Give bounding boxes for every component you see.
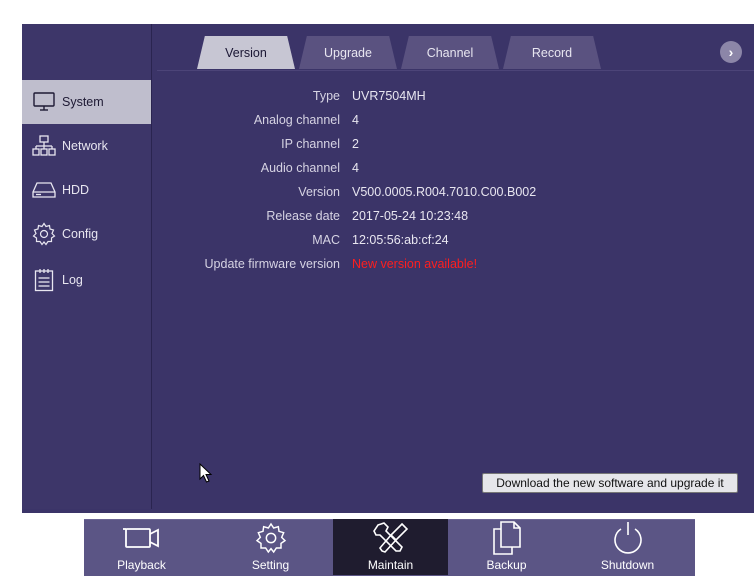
- dock-backup[interactable]: Backup: [449, 519, 564, 575]
- info-value: 2017-05-24 10:23:48: [352, 209, 469, 223]
- dock-label: Backup: [486, 558, 527, 572]
- network-icon: [32, 134, 56, 158]
- info-value: 2: [352, 137, 359, 151]
- camera-icon: [122, 522, 162, 554]
- info-row-analog-channel: Analog channel 4: [157, 109, 754, 131]
- dock-label: Maintain: [367, 558, 414, 572]
- sidebar-item-label: HDD: [62, 183, 90, 197]
- info-label: MAC: [312, 233, 340, 247]
- dock-playback[interactable]: Playback: [84, 519, 199, 575]
- dock-shutdown[interactable]: Shutdown: [570, 519, 685, 575]
- log-icon: [32, 268, 56, 292]
- info-label: Analog channel: [253, 113, 340, 127]
- next-tab-arrow-icon[interactable]: ›: [720, 41, 742, 63]
- copy-icon: [492, 521, 522, 555]
- info-value: 4: [352, 161, 359, 175]
- dock-label: Shutdown: [600, 558, 655, 572]
- sidebar-item-network[interactable]: Network: [22, 124, 151, 168]
- info-row-mac: MAC 12:05:56:ab:cf:24: [157, 229, 754, 251]
- sidebar-item-config[interactable]: Config: [22, 212, 151, 256]
- dock-maintain[interactable]: Maintain: [333, 519, 448, 575]
- sidebar-item-label: Log: [62, 273, 83, 287]
- sidebar-item-hdd[interactable]: HDD: [22, 168, 151, 212]
- info-value: UVR7504MH: [352, 89, 426, 103]
- download-upgrade-button[interactable]: Download the new software and upgrade it: [482, 473, 738, 493]
- monitor-icon: [32, 90, 56, 114]
- info-label: Update firmware version: [204, 257, 340, 271]
- sidebar-item-log[interactable]: Log: [22, 258, 151, 302]
- hdd-icon: [32, 178, 56, 202]
- gear-icon: [32, 222, 56, 246]
- title-strip: [0, 0, 754, 24]
- info-row-update-firmware: Update firmware version New version avai…: [157, 253, 754, 275]
- info-value: V500.0005.R004.7010.C00.B002: [352, 185, 537, 199]
- sidebar-item-label: Network: [62, 139, 108, 153]
- new-version-alert: New version available!: [352, 257, 478, 271]
- info-row-audio-channel: Audio channel 4: [157, 157, 754, 179]
- tab-version[interactable]: Version: [197, 36, 295, 69]
- tab-bar: Version Upgrade Channel Record: [157, 36, 754, 70]
- tab-record[interactable]: Record: [503, 36, 601, 69]
- power-icon: [611, 522, 645, 554]
- info-label: Version: [298, 185, 340, 199]
- dock-label: Playback: [117, 558, 166, 572]
- info-row-version: Version V500.0005.R004.7010.C00.B002: [157, 181, 754, 203]
- info-label: Release date: [266, 209, 340, 223]
- mouse-cursor-icon: [199, 462, 213, 486]
- info-value: 4: [352, 113, 359, 127]
- sidebar-item-label: System: [62, 95, 104, 109]
- info-row-type: Type UVR7504MH: [157, 85, 754, 107]
- info-label: IP channel: [281, 137, 340, 151]
- tab-upgrade[interactable]: Upgrade: [299, 36, 397, 69]
- sidebar-item-label: Config: [62, 227, 99, 241]
- info-row-ip-channel: IP channel 2: [157, 133, 754, 155]
- dock-setting[interactable]: Setting: [213, 519, 328, 575]
- version-panel: Type UVR7504MH Analog channel 4 IP chann…: [157, 70, 754, 510]
- tools-icon: [372, 522, 410, 554]
- info-label: Type: [312, 89, 340, 103]
- info-row-release-date: Release date 2017-05-24 10:23:48: [157, 205, 754, 227]
- sidebar: System Network HDD Config Log: [22, 24, 152, 509]
- info-value: 12:05:56:ab:cf:24: [352, 233, 449, 247]
- gear-icon: [254, 522, 288, 554]
- sidebar-item-system[interactable]: System: [22, 80, 151, 124]
- dock-label: Setting: [251, 558, 290, 572]
- tab-channel[interactable]: Channel: [401, 36, 499, 69]
- info-label: Audio channel: [260, 161, 340, 175]
